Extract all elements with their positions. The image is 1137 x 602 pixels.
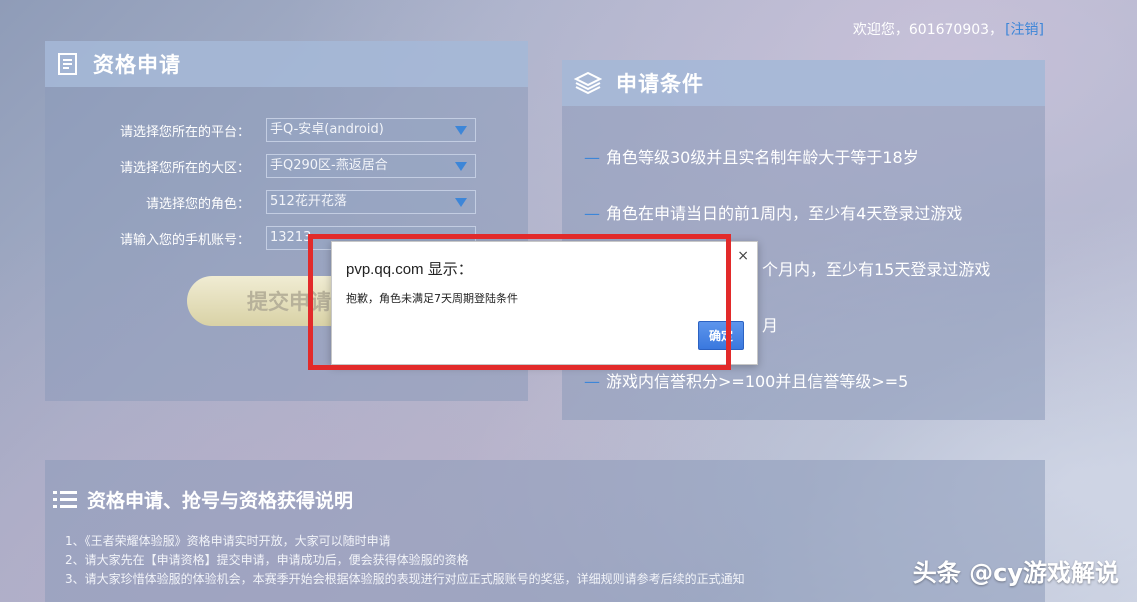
highlight-frame: [308, 234, 731, 370]
dropdown-arrow-icon: [455, 126, 467, 135]
close-icon[interactable]: ×: [737, 248, 749, 264]
condition-item: — 游戏内信誉积分>=100并且信誉等级>=5: [584, 372, 909, 391]
logout-link[interactable]: [注销]: [1005, 22, 1044, 38]
platform-select[interactable]: 手Q-安卓(android): [266, 118, 476, 142]
region-row: 请选择您所在的大区： 手Q290区-燕返居合: [45, 154, 528, 178]
role-label: 请选择您的角色：: [145, 197, 250, 212]
welcome-bar: 欢迎您，601670903， [注销]: [853, 19, 1044, 39]
info-panel-header: 资格申请、抢号与资格获得说明: [45, 460, 1045, 513]
watermark: 头条 @cy游戏解说: [912, 559, 1119, 587]
region-select[interactable]: 手Q290区-燕返居合: [266, 154, 476, 178]
layers-icon: [574, 71, 602, 95]
region-label: 请选择您所在的大区：: [119, 161, 250, 176]
note-item: 3、请大家珍惜体验服的体验机会，本赛季开始会根据体验服的表现进行对应正式服账号的…: [65, 572, 745, 586]
info-panel-title: 资格申请、抢号与资格获得说明: [87, 490, 354, 512]
phone-label: 请输入您的手机账号：: [119, 233, 250, 248]
list-icon: [53, 490, 77, 510]
region-value: 手Q290区-燕返居合: [270, 158, 388, 173]
welcome-text: 欢迎您，601670903，: [852, 22, 1004, 38]
dropdown-arrow-icon: [455, 198, 467, 207]
platform-label: 请选择您所在的平台：: [119, 125, 250, 140]
info-panel: 资格申请、抢号与资格获得说明 1、《王者荣耀体验服》资格申请实时开放，大家可以随…: [45, 460, 1045, 602]
note-item: 2、请大家先在【申请资格】提交申请，申请成功后，便会获得体验服的资格: [65, 553, 469, 567]
document-icon: [57, 53, 79, 75]
role-select[interactable]: 512花开花落: [266, 190, 476, 214]
dropdown-arrow-icon: [455, 162, 467, 171]
condition-item: — 角色等级30级并且实名制年龄大于等于18岁: [584, 148, 919, 167]
conditions-panel-header: 申请条件: [562, 60, 1045, 106]
apply-panel-header: 资格申请: [45, 41, 528, 87]
platform-value: 手Q-安卓(android): [270, 122, 384, 137]
platform-row: 请选择您所在的平台： 手Q-安卓(android): [45, 118, 528, 142]
note-item: 1、《王者荣耀体验服》资格申请实时开放，大家可以随时申请: [65, 534, 391, 548]
role-value: 512花开花落: [270, 194, 347, 209]
info-notes: 1、《王者荣耀体验服》资格申请实时开放，大家可以随时申请 2、请大家先在【申请资…: [65, 532, 745, 589]
conditions-panel-title: 申请条件: [616, 72, 704, 96]
role-row: 请选择您的角色： 512花开花落: [45, 190, 528, 214]
apply-panel-title: 资格申请: [93, 53, 181, 77]
